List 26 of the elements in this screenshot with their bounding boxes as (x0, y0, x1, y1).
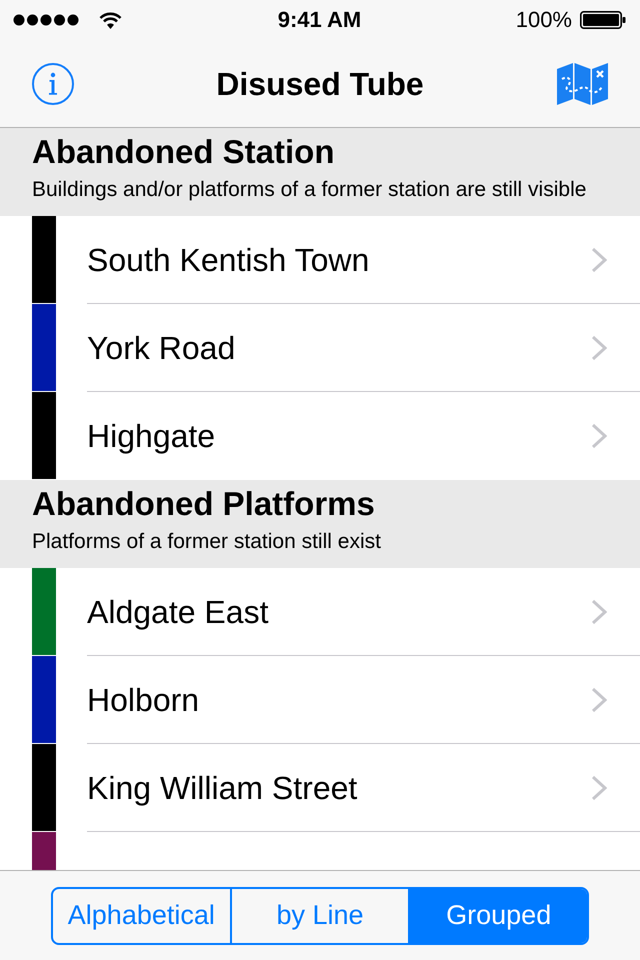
section-title: Abandoned Platforms (32, 485, 375, 523)
chevron-icon (591, 775, 607, 801)
sort-segment[interactable]: Alphabetical (53, 888, 230, 942)
wifi-icon (99, 12, 122, 28)
station-row[interactable]: Highgate (0, 392, 640, 480)
info-icon[interactable] (32, 62, 74, 104)
signal-icon (13, 14, 79, 26)
nav-title: Disused Tube (216, 64, 424, 102)
chevron-icon (591, 247, 607, 273)
chevron-icon (591, 423, 607, 449)
station-row[interactable]: York Road (0, 304, 640, 392)
section-subtitle: Buildings and/or platforms of a former station are still visible (32, 177, 586, 203)
status-time: 9:41 AM (278, 7, 362, 33)
chevron-icon (591, 599, 607, 625)
station-row[interactable]: South Kentish Town (0, 216, 640, 304)
section-subtitle: Platforms of a former station still exist (32, 529, 381, 555)
map-icon[interactable] (557, 62, 609, 104)
station-row[interactable]: King William Street (0, 744, 640, 832)
station-row[interactable]: Aldgate East (0, 568, 640, 656)
battery-percent: 100% (516, 7, 572, 33)
chevron-icon (591, 335, 607, 361)
battery-icon (580, 11, 626, 29)
station-row[interactable]: Holborn (0, 656, 640, 744)
section-title: Abandoned Station (32, 133, 334, 171)
chevron-icon (591, 687, 607, 713)
sort-segment[interactable]: Grouped (408, 888, 587, 942)
